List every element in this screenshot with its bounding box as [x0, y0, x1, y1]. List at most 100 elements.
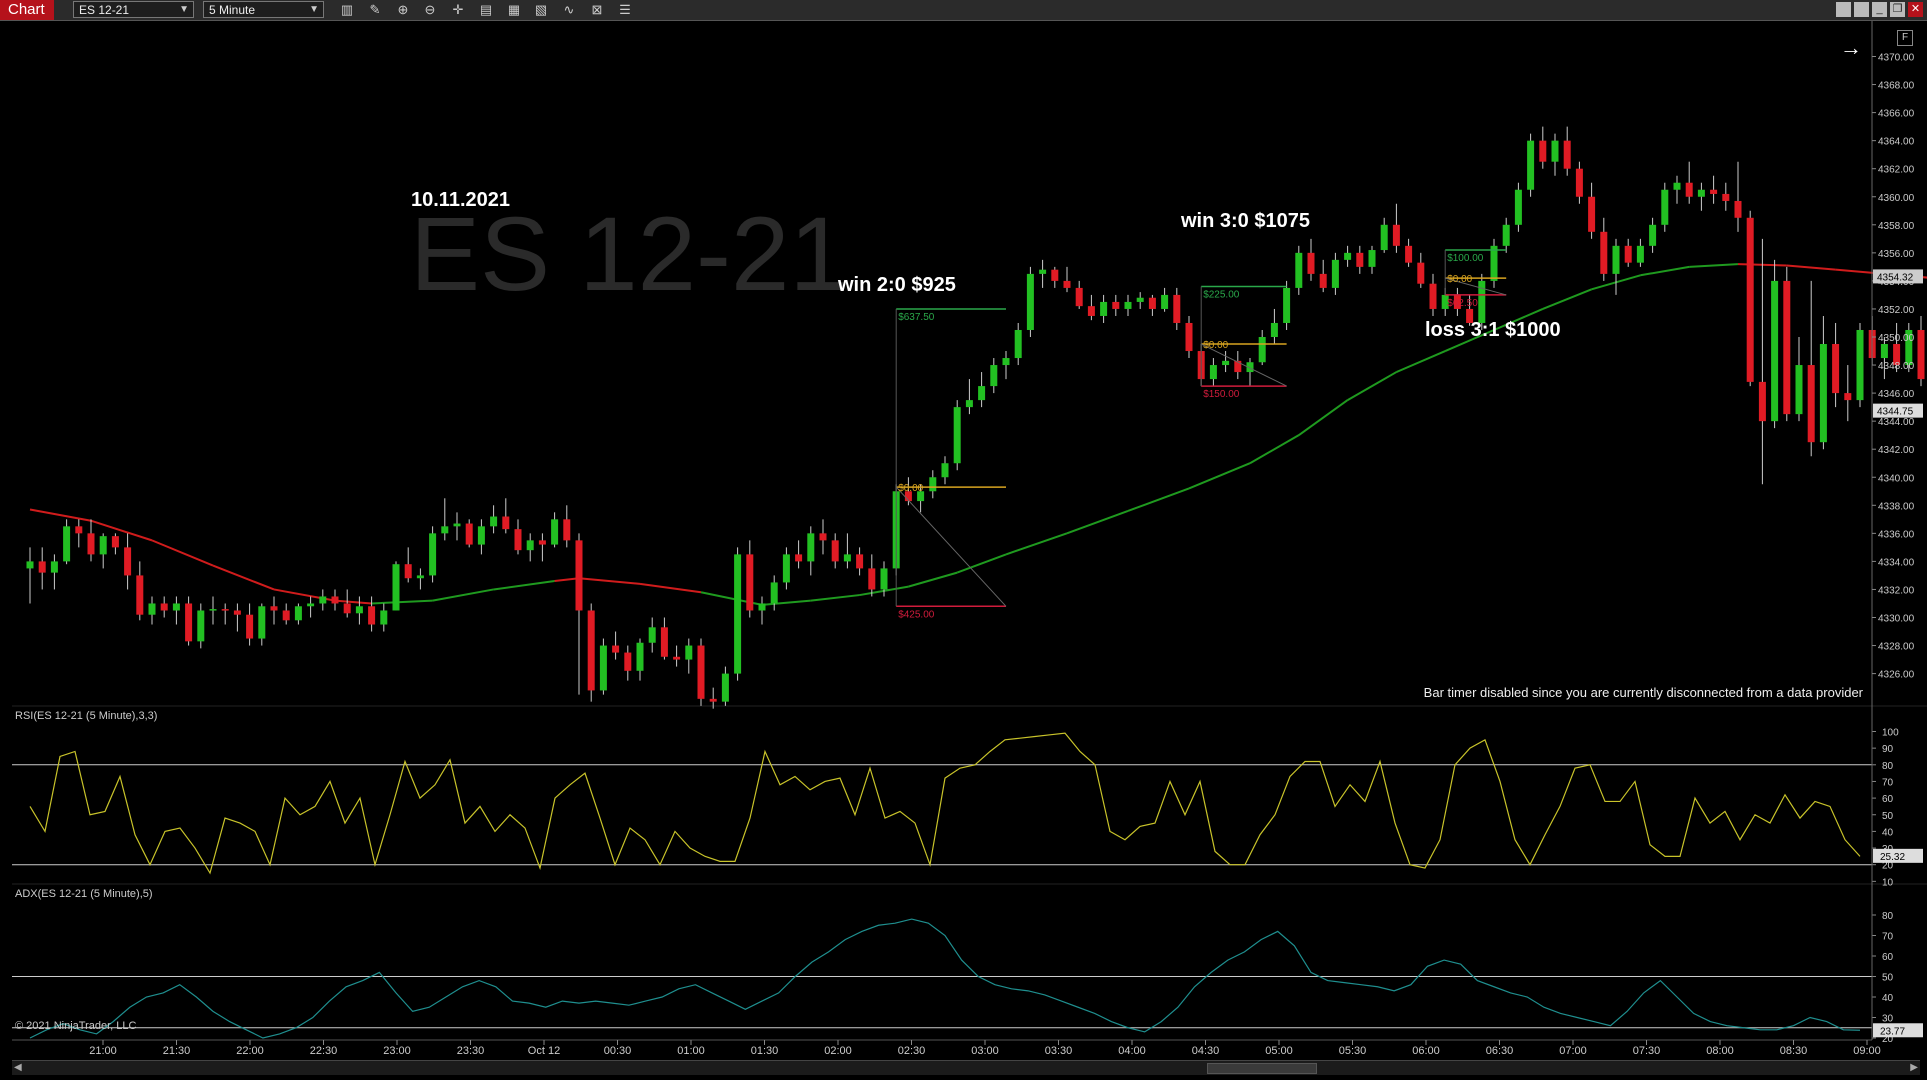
candle-body	[1795, 365, 1803, 415]
candle-body	[380, 610, 388, 625]
candle-body	[282, 610, 290, 621]
candle-body	[319, 596, 327, 604]
moving-average-segment	[334, 599, 372, 605]
candle-body	[856, 554, 864, 569]
candle-body	[1417, 262, 1425, 284]
trade-stop-label: $425.00	[898, 609, 935, 620]
price-tick-label: 4332.00	[1878, 585, 1915, 596]
trade-target-label: $100.00	[1447, 253, 1484, 264]
zoom-out-icon[interactable]: ⊖	[419, 1, 441, 19]
interval-selector[interactable]: 5 Minute ▼	[203, 1, 324, 18]
candle-body	[172, 603, 180, 611]
candle-body	[148, 603, 156, 615]
candle-body	[526, 540, 534, 551]
candle-body	[1771, 280, 1779, 422]
candle-body	[795, 554, 803, 562]
time-tick-label: 05:30	[1339, 1045, 1367, 1057]
chart-tab[interactable]: Chart	[0, 0, 54, 20]
horizontal-scrollbar[interactable]: ◀ ▶	[12, 1060, 1920, 1075]
candle-body	[575, 540, 583, 611]
crosshair-icon[interactable]: ✛	[447, 1, 469, 19]
window-tile-icon[interactable]	[1836, 2, 1851, 17]
rsi-tick-label: 40	[1882, 827, 1894, 838]
indicators-icon[interactable]: ∿	[558, 1, 580, 19]
price-tick-label: 4336.00	[1878, 529, 1915, 540]
zoom-in-icon[interactable]: ⊕	[392, 1, 414, 19]
time-tick-label: 02:00	[824, 1045, 852, 1057]
trade-entry-label: $0.00	[1203, 340, 1228, 351]
candle-body	[685, 645, 693, 660]
window-tile2-icon[interactable]	[1854, 2, 1869, 17]
candle-body	[1734, 200, 1742, 218]
time-tick-label: 21:30	[163, 1045, 191, 1057]
candle-body	[1880, 344, 1888, 359]
adx-series-line	[29, 918, 1861, 1039]
candle-body	[1502, 224, 1510, 246]
candle-body	[1307, 252, 1315, 274]
time-tick-label: 00:30	[604, 1045, 632, 1057]
price-tick-label: 4366.00	[1878, 109, 1915, 120]
candle-body	[1063, 280, 1071, 288]
candle-body	[1124, 301, 1132, 309]
price-marker-label: 4344.75	[1877, 407, 1914, 418]
candle-body	[136, 575, 144, 615]
date-annotation: 10.11.2021	[411, 189, 510, 211]
bars-icon[interactable]: ▥	[336, 1, 358, 19]
list-icon[interactable]: ☰	[614, 1, 636, 19]
price-chart[interactable]: ES 12-21 $637.50 $0.00 $425.00 $225.00 $0.00…	[0, 21, 1927, 1059]
candle-body	[1722, 193, 1730, 201]
candle-body	[978, 386, 986, 401]
time-tick-label: 09:00	[1853, 1045, 1881, 1057]
moving-average-segment	[432, 588, 494, 602]
moving-average-segment	[1786, 264, 1836, 271]
candle-body	[233, 610, 241, 615]
scroll-left-icon[interactable]: ◀	[14, 1061, 22, 1075]
candle-body	[563, 519, 571, 541]
time-tick-label: 22:30	[310, 1045, 338, 1057]
candle-body	[331, 596, 339, 604]
rsi-series-line	[29, 732, 1861, 875]
candle-body	[1697, 189, 1705, 197]
candle-body	[416, 575, 424, 579]
candle-body	[965, 400, 973, 408]
chart-toolbar: Chart ES 12-21 ▼ 5 Minute ▼ ▥ ✎ ⊕ ⊖ ✛ ▤ …	[0, 0, 1927, 21]
price-tick-label: 4362.00	[1878, 165, 1915, 176]
candle-body	[75, 526, 83, 534]
time-tick-label: 02:30	[898, 1045, 926, 1057]
minimize-icon[interactable]: _	[1872, 2, 1887, 17]
close-icon[interactable]: ✕	[1908, 2, 1923, 17]
arrow-right-icon[interactable]: →	[1840, 35, 1862, 60]
strategies-icon[interactable]: ▧	[530, 1, 552, 19]
candle-body	[209, 609, 217, 611]
candle-body	[160, 603, 168, 611]
scroll-right-icon[interactable]: ▶	[1910, 1061, 1918, 1075]
candle-body	[1917, 329, 1925, 380]
time-tick-label: 01:00	[677, 1045, 705, 1057]
moving-average-segment	[908, 571, 958, 588]
rsi-tick-label: 50	[1882, 811, 1894, 822]
data-box-icon[interactable]: ⊠	[586, 1, 608, 19]
candle-body	[1014, 329, 1022, 359]
moving-average-segment	[810, 594, 860, 602]
candle-body	[734, 554, 742, 674]
candle-body	[831, 540, 839, 562]
trade-entry-label: $0.00	[898, 483, 923, 494]
candle-body	[1161, 294, 1169, 309]
properties-icon[interactable]: ▤	[475, 1, 497, 19]
adx-tick-label: 60	[1882, 952, 1894, 963]
candle-body	[453, 523, 461, 527]
candle-body	[465, 523, 473, 545]
price-tick-label: 4364.00	[1878, 137, 1915, 148]
pencil-icon[interactable]: ✎	[364, 1, 386, 19]
moving-average-segment	[1005, 532, 1068, 556]
candle-body	[1490, 245, 1498, 281]
moving-average-segment	[1127, 487, 1190, 512]
templates-icon[interactable]: ▦	[503, 1, 525, 19]
candle-body	[124, 547, 132, 576]
candle-body	[1612, 245, 1620, 274]
instrument-selector[interactable]: ES 12-21 ▼	[73, 1, 194, 18]
price-tick-label: 4326.00	[1878, 670, 1915, 681]
restore-icon[interactable]: ❐	[1890, 2, 1905, 17]
f-button[interactable]: F	[1897, 30, 1913, 46]
scroll-thumb[interactable]	[1207, 1063, 1317, 1074]
